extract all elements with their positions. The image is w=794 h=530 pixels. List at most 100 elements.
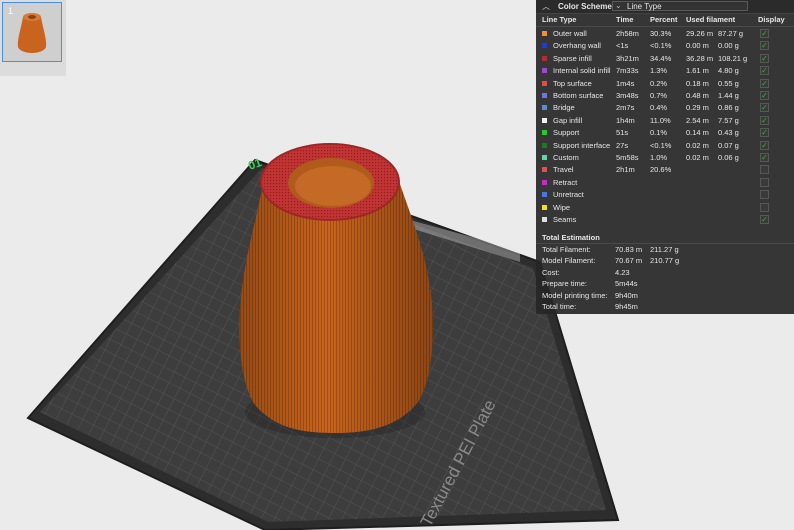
display-checkbox[interactable]: ✓ [760, 91, 769, 100]
color-scheme-value: Line Type [627, 2, 662, 11]
line-type-length: 0.48 m [686, 91, 709, 100]
color-scheme-label: Color Scheme [558, 2, 612, 11]
column-header-time: Time [616, 15, 634, 24]
estimation-label: Prepare time: [542, 279, 588, 289]
line-type-name: Retract [553, 177, 578, 187]
line-color-swatch [542, 105, 547, 111]
line-type-weight: 0.07 g [718, 140, 739, 150]
line-type-time: 2m7s [616, 103, 635, 113]
column-header-used-filament: Used filament [686, 15, 736, 24]
line-type-time: 2h1m [616, 165, 635, 175]
estimation-value: 5m44s [615, 279, 638, 289]
line-type-percent: 0.4% [650, 103, 668, 113]
line-type-weight: 0.06 g [718, 153, 739, 162]
estimation-row: Prepare time: 5m44s [536, 279, 794, 290]
display-checkbox[interactable]: ✓ [760, 153, 769, 162]
line-type-length: 29.26 m [686, 29, 714, 38]
display-checkbox[interactable]: ✓ [760, 66, 769, 76]
estimation-label: Model Filament: [542, 256, 596, 266]
display-checkbox[interactable]: ✓ [760, 53, 769, 63]
line-type-percent: 0.7% [650, 91, 668, 100]
color-scheme-select[interactable]: ⌄ Line Type [612, 1, 748, 11]
estimation-row: Total time: 9h45m [536, 302, 794, 313]
line-type-row: Outer wall 2h58m 30.3% 29.26 m 87.27 g ✓ [536, 28, 794, 40]
line-type-length: 1.61 m [686, 66, 709, 76]
line-type-time: 1h4m [616, 115, 635, 125]
plate-thumbnail[interactable]: 1 [2, 2, 62, 62]
display-checkbox[interactable]: ✓ [760, 140, 769, 150]
estimation-label: Total Filament: [542, 245, 591, 254]
estimation-value: 9h40m [615, 290, 638, 300]
line-type-time: 3m48s [616, 91, 639, 100]
line-type-name: Sparse infill [553, 53, 592, 63]
line-color-swatch [542, 130, 547, 136]
line-type-row: Sparse infill 3h21m 34.4% 36.28 m 108.21 g ✓ [536, 53, 794, 65]
estimation-weight: 210.77 g [650, 256, 680, 266]
line-type-weight: 87.27 g [718, 29, 744, 38]
line-type-name: Overhang wall [553, 41, 601, 51]
display-checkbox[interactable]: ✓ [760, 29, 769, 38]
line-type-name: Bridge [553, 103, 575, 113]
line-type-percent: 20.6% [650, 165, 672, 175]
display-checkbox[interactable]: ✓ [760, 128, 769, 138]
table-divider [536, 26, 794, 27]
line-type-row: Retract [536, 177, 794, 189]
plate-thumbnail-index: 1 [8, 6, 14, 16]
line-type-row: Top surface 1m4s 0.2% 0.18 m 0.55 g ✓ [536, 78, 794, 90]
line-type-row: Internal solid infill 7m33s 1.3% 1.61 m 4.80… [536, 65, 794, 77]
line-type-name: Top surface [553, 78, 592, 88]
display-checkbox[interactable] [760, 190, 769, 200]
line-type-row: Support 51s 0.1% 0.14 m 0.43 g ✓ [536, 127, 794, 139]
line-type-time: <1s [616, 41, 629, 51]
chevron-down-icon: ⌄ [615, 1, 622, 10]
line-color-swatch [542, 142, 547, 148]
line-type-length: 0.00 m [686, 41, 709, 51]
line-type-percent: 30.3% [650, 29, 672, 38]
estimation-divider [536, 243, 794, 244]
vase-model[interactable] [239, 143, 433, 438]
estimation-value: 4.23 [615, 267, 630, 277]
line-color-swatch [542, 192, 547, 198]
line-type-length: 0.29 m [686, 103, 709, 113]
line-type-percent: 1.0% [650, 153, 668, 162]
collapse-chevron-icon[interactable]: ︿ [542, 1, 550, 12]
line-type-weight: 0.43 g [718, 128, 739, 138]
line-type-length: 36.28 m [686, 53, 714, 63]
line-type-row: Custom 5m58s 1.0% 0.02 m 0.06 g ✓ [536, 152, 794, 164]
display-checkbox[interactable] [760, 165, 769, 175]
line-type-percent: 0.1% [650, 128, 668, 138]
estimation-label: Model printing time: [542, 290, 608, 300]
color-scheme-header: ︿ Color Scheme ⌄ Line Type [536, 0, 794, 14]
estimation-row: Total Filament: 70.83 m 211.27 g [536, 245, 794, 256]
display-checkbox[interactable]: ✓ [760, 115, 769, 125]
display-checkbox[interactable]: ✓ [760, 41, 769, 51]
line-type-time: 2h58m [616, 29, 639, 38]
column-header-line-type: Line Type [542, 15, 577, 24]
line-type-time: 7m33s [616, 66, 639, 76]
estimation-value: 9h45m [615, 302, 638, 311]
line-type-time: 5m58s [616, 153, 639, 162]
line-color-swatch [542, 117, 547, 123]
line-type-weight: 0.00 g [718, 41, 739, 51]
line-type-name: Support [553, 128, 580, 138]
display-checkbox[interactable] [760, 202, 769, 212]
line-type-weight: 0.86 g [718, 103, 739, 113]
line-type-percent: 0.2% [650, 78, 668, 88]
display-checkbox[interactable]: ✓ [760, 215, 769, 224]
plate-thumbnail-strip: 1 [0, 0, 66, 76]
line-type-weight: 0.55 g [718, 78, 739, 88]
line-color-swatch [542, 167, 547, 173]
line-type-length: 0.18 m [686, 78, 709, 88]
display-checkbox[interactable] [760, 177, 769, 187]
line-color-swatch [542, 43, 547, 49]
estimation-label: Total time: [542, 302, 577, 311]
display-checkbox[interactable]: ✓ [760, 78, 769, 88]
line-type-row: Overhang wall <1s <0.1% 0.00 m 0.00 g ✓ [536, 40, 794, 52]
line-type-time: 27s [616, 140, 629, 150]
display-checkbox[interactable]: ✓ [760, 103, 769, 113]
estimation-label: Cost: [542, 267, 560, 277]
line-type-name: Internal solid infill [553, 66, 611, 76]
line-type-row: Wipe [536, 202, 794, 214]
line-type-row: Bridge 2m7s 0.4% 0.29 m 0.86 g ✓ [536, 102, 794, 114]
line-color-swatch [542, 80, 547, 86]
